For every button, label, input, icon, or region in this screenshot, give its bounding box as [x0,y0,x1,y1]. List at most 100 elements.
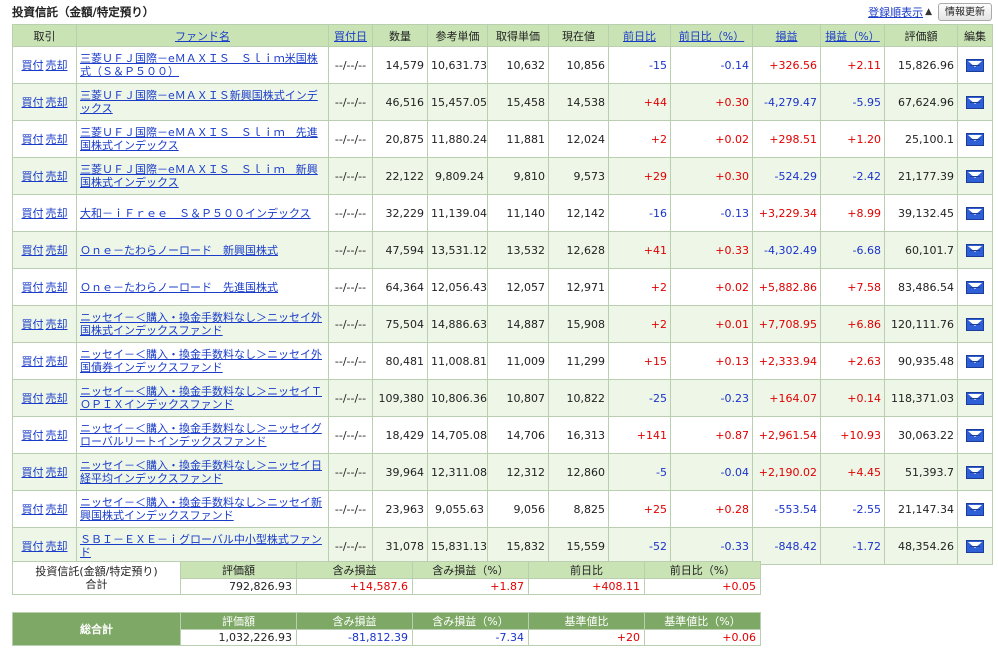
reference-price: 10,631.73 [427,46,488,84]
sort-pl-link[interactable]: 損益 [776,30,798,43]
reference-price: 14,886.63 [427,305,488,343]
mail-edit-icon[interactable] [966,95,984,109]
col-day-change[interactable]: 前日比 [608,24,671,47]
fund-name-link[interactable]: ニッセイ－＜購入・換金手数料なし＞ニッセイＴＯＰＩＸインデックスファンド [80,385,325,411]
fund-name-link[interactable]: ニッセイ－＜購入・換金手数料なし＞ニッセイ外国債券インデックスファンド [80,348,325,374]
reference-price: 12,311.08 [427,453,488,491]
buy-link[interactable]: 買付 [22,170,44,183]
buy-link[interactable]: 買付 [22,96,44,109]
fund-name-link[interactable]: ニッセイ－＜購入・換金手数料なし＞ニッセイ外国株式インデックスファンド [80,311,325,337]
mail-edit-icon[interactable] [966,206,984,220]
sort-order-link[interactable]: 登録順表示 [868,4,923,20]
fund-name-link[interactable]: ニッセイ－＜購入・換金手数料なし＞ニッセイ新興国株式インデックスファンド [80,496,325,522]
quantity: 80,481 [372,342,428,380]
table-row: 買付 売却 三菱ＵＦＪ国際－eＭＡＸＩＳ新興国株式インデックス --/--/-- 46,… [12,83,993,121]
sell-link[interactable]: 売却 [46,244,68,257]
buy-link[interactable]: 買付 [22,429,44,442]
col-day-change-pct[interactable]: 前日比（%） [670,24,753,47]
trade-cell: 買付 売却 [12,157,77,195]
mail-edit-icon[interactable] [966,280,984,294]
buy-link[interactable]: 買付 [22,503,44,516]
mail-edit-icon[interactable] [966,391,984,405]
mail-edit-icon[interactable] [966,539,984,553]
fund-name-link[interactable]: 三菱ＵＦＪ国際－eＭＡＸＩＳ Ｓｌｉｍ 先進国株式インデックス [80,126,325,152]
sell-link[interactable]: 売却 [46,133,68,146]
mail-edit-icon[interactable] [966,354,984,368]
day-change-pct: -0.23 [670,379,753,417]
buy-link[interactable]: 買付 [22,59,44,72]
fund-name-link[interactable]: 三菱ＵＦＪ国際－eＭＡＸＩＳ Ｓｌｉｍ 新興国株式インデックス [80,163,325,189]
holdings-body: 買付 売却 三菱ＵＦＪ国際－eＭＡＸＩＳ Ｓｌｉｍ米国株式（Ｓ＆Ｐ５００） --/--… [12,46,993,565]
acquisition-price: 12,057 [487,268,549,306]
current-price: 11,299 [548,342,609,380]
sell-link[interactable]: 売却 [46,59,68,72]
sell-link[interactable]: 売却 [46,281,68,294]
sort-day-change-pct-link[interactable]: 前日比（%） [679,30,744,43]
sell-link[interactable]: 売却 [46,503,68,516]
col-date[interactable]: 買付日 [328,24,373,47]
col-ref-price: 参考単価 [427,24,488,47]
mail-edit-icon[interactable] [966,317,984,331]
fund-name-link[interactable]: Ｏｎｅ－たわらノーロード 新興国株式 [80,244,325,257]
sell-link[interactable]: 売却 [46,392,68,405]
sell-link[interactable]: 売却 [46,355,68,368]
fund-name-link[interactable]: 三菱ＵＦＪ国際－eＭＡＸＩＳ新興国株式インデックス [80,89,325,115]
fund-name-link[interactable]: ニッセイ－＜購入・換金手数料なし＞ニッセイ日経平均インデックスファンド [80,459,325,485]
buy-link[interactable]: 買付 [22,466,44,479]
mail-edit-icon[interactable] [966,465,984,479]
sell-link[interactable]: 売却 [46,170,68,183]
current-price: 10,856 [548,46,609,84]
edit-cell [957,194,993,232]
buy-link[interactable]: 買付 [22,281,44,294]
col-fund-name[interactable]: ファンド名 [76,24,329,47]
acquisition-price: 9,810 [487,157,549,195]
buy-link[interactable]: 買付 [22,244,44,257]
total-base-change: +20 [528,629,645,646]
edit-cell [957,46,993,84]
buy-link[interactable]: 買付 [22,207,44,220]
sort-fund-name-link[interactable]: ファンド名 [175,30,230,43]
mail-edit-icon[interactable] [966,169,984,183]
purchase-date: --/--/-- [328,305,373,343]
mail-edit-icon[interactable] [966,502,984,516]
refresh-button[interactable]: 情報更新 [938,3,992,21]
fund-name-link[interactable]: Ｏｎｅ－たわらノーロード 先進国株式 [80,281,325,294]
profit-loss: +2,190.02 [752,453,821,491]
fund-name-link[interactable]: ＳＢＩ－ＥＸＥ－ｉグローバル中小型株式ファンド [80,533,325,559]
mail-edit-icon[interactable] [966,58,984,72]
mail-edit-icon[interactable] [966,132,984,146]
buy-link[interactable]: 買付 [22,318,44,331]
sort-day-change-link[interactable]: 前日比 [623,30,656,43]
buy-link[interactable]: 買付 [22,540,44,553]
col-pl-pct[interactable]: 損益（%） [820,24,885,47]
sell-link[interactable]: 売却 [46,429,68,442]
mail-edit-icon[interactable] [966,243,984,257]
purchase-date: --/--/-- [328,120,373,158]
day-change-pct: +0.13 [670,342,753,380]
fund-name-link[interactable]: 三菱ＵＦＪ国際－eＭＡＸＩＳ Ｓｌｉｍ米国株式（Ｓ＆Ｐ５００） [80,52,325,78]
sell-link[interactable]: 売却 [46,466,68,479]
purchase-date: --/--/-- [328,490,373,528]
purchase-date: --/--/-- [328,453,373,491]
sell-link[interactable]: 売却 [46,96,68,109]
sell-link[interactable]: 売却 [46,540,68,553]
sort-pl-pct-link[interactable]: 損益（%） [825,30,879,43]
sort-date-link[interactable]: 買付日 [334,30,367,43]
mail-edit-icon[interactable] [966,428,984,442]
quantity: 14,579 [372,46,428,84]
buy-link[interactable]: 買付 [22,392,44,405]
table-row: 買付 売却 ニッセイ－＜購入・換金手数料なし＞ニッセイ日経平均インデックスファンド -… [12,453,993,491]
acquisition-price: 10,632 [487,46,549,84]
valuation: 60,101.7 [884,231,958,269]
fund-name-cell: ニッセイ－＜購入・換金手数料なし＞ニッセイ日経平均インデックスファンド [76,453,329,491]
col-pl[interactable]: 損益 [752,24,821,47]
fund-name-link[interactable]: ニッセイ－＜購入・換金手数料なし＞ニッセイグローバルリートインデックスファンド [80,422,325,448]
sell-link[interactable]: 売却 [46,207,68,220]
profit-loss-pct: +4.45 [820,453,885,491]
sell-link[interactable]: 売却 [46,318,68,331]
buy-link[interactable]: 買付 [22,133,44,146]
fund-name-link[interactable]: 大和－ｉＦｒｅｅ Ｓ＆Ｐ５００インデックス [80,207,325,220]
profit-loss-pct: -2.42 [820,157,885,195]
day-change: +41 [608,231,671,269]
buy-link[interactable]: 買付 [22,355,44,368]
